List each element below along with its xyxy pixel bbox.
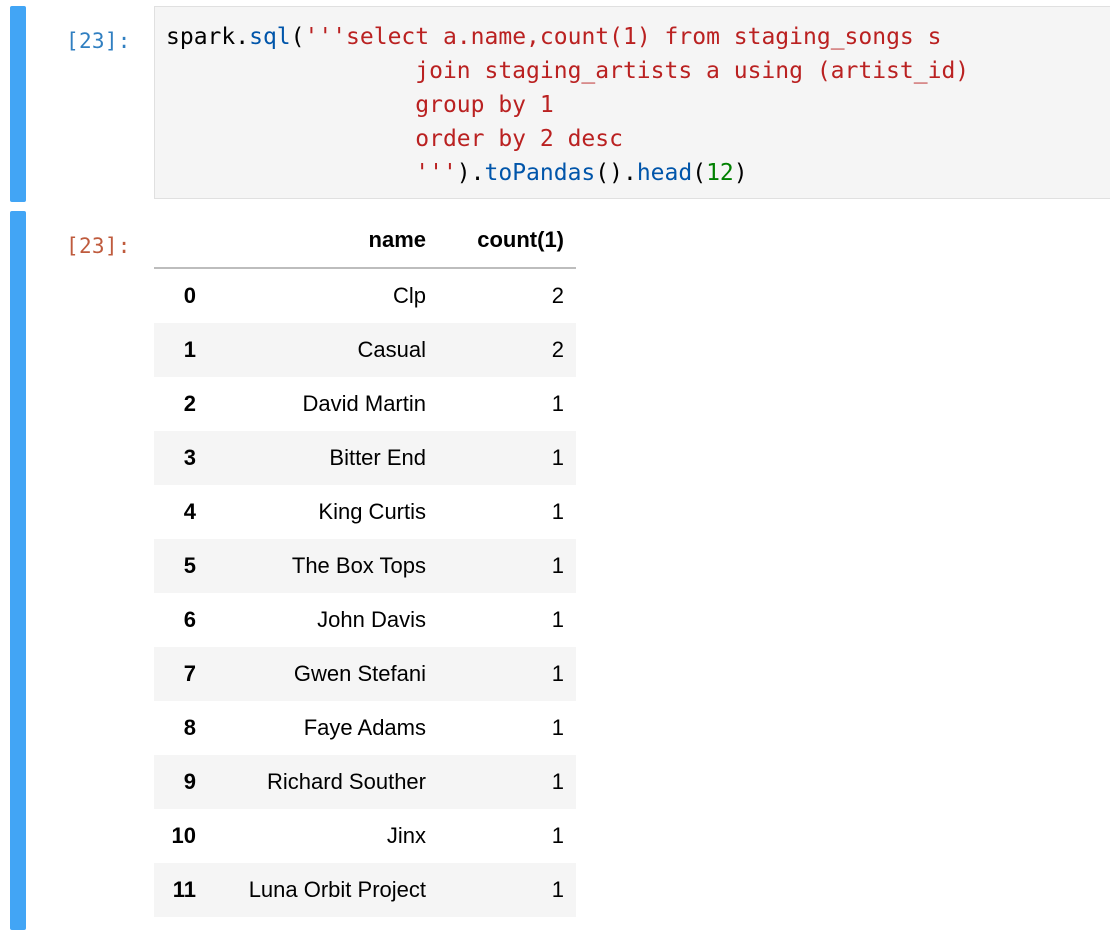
code-token: spark. bbox=[166, 24, 250, 50]
row-index: 11 bbox=[172, 877, 196, 902]
table-row: 5 The Box Tops 1 bbox=[154, 539, 576, 593]
code-token: (). bbox=[595, 160, 637, 186]
code-token: group by 1 bbox=[166, 92, 554, 118]
table-row: 9 Richard Souther 1 bbox=[154, 755, 576, 809]
cell-count: 1 bbox=[551, 607, 564, 632]
cell-name: Casual bbox=[357, 337, 426, 362]
code-token: ( bbox=[692, 160, 707, 186]
cell-name: Jinx bbox=[386, 823, 426, 848]
code-cell[interactable]: [23]: spark.sql('''select a.name,count(1… bbox=[10, 6, 1110, 202]
table-header-row: name count(1) bbox=[154, 213, 576, 269]
table-row: 10 Jinx 1 bbox=[154, 809, 576, 863]
table-row: 0 Clp 2 bbox=[154, 268, 576, 323]
cell-count: 1 bbox=[551, 445, 564, 470]
code-token: head bbox=[636, 160, 693, 186]
row-index: 3 bbox=[183, 445, 196, 470]
cell-selection-bar[interactable] bbox=[10, 6, 26, 202]
table-row: 1 Casual 2 bbox=[154, 323, 576, 377]
table-row: 3 Bitter End 1 bbox=[154, 431, 576, 485]
table-body: 0 Clp 2 1 Casual 2 2 David Martin 1 3 Bitter End 1 4… bbox=[154, 268, 576, 917]
row-index: 9 bbox=[183, 769, 196, 794]
cell-count: 1 bbox=[551, 661, 564, 686]
cell-name: Gwen Stefani bbox=[293, 661, 426, 686]
code-token: ) bbox=[733, 160, 748, 186]
code-token: order by 2 desc bbox=[166, 126, 623, 152]
cell-count: 1 bbox=[551, 823, 564, 848]
code-token: 12 bbox=[706, 160, 734, 186]
input-prompt: [23]: bbox=[66, 29, 131, 53]
table-row: 7 Gwen Stefani 1 bbox=[154, 647, 576, 701]
table-row: 6 John Davis 1 bbox=[154, 593, 576, 647]
row-index: 7 bbox=[183, 661, 196, 686]
row-index: 8 bbox=[183, 715, 196, 740]
cell-count: 1 bbox=[551, 391, 564, 416]
column-header-count: count(1) bbox=[426, 213, 576, 269]
column-header-name: name bbox=[196, 213, 426, 269]
cell-name: Richard Souther bbox=[267, 769, 426, 794]
row-index: 0 bbox=[183, 283, 196, 308]
output-prompt: [23]: bbox=[66, 234, 131, 258]
code-editor[interactable]: spark.sql('''select a.name,count(1) from… bbox=[154, 6, 1110, 199]
cell-name: Clp bbox=[392, 283, 426, 308]
row-index: 10 bbox=[171, 823, 196, 848]
code-token: ). bbox=[456, 160, 485, 186]
cell-name: Faye Adams bbox=[303, 715, 426, 740]
code-token: join staging_artists a using (artist_id) bbox=[166, 58, 970, 84]
code-token: ''' bbox=[166, 160, 457, 186]
dataframe-table: name count(1) 0 Clp 2 1 Casual 2 2 David Martin… bbox=[154, 213, 576, 917]
code-token: sql bbox=[249, 24, 291, 50]
cell-count: 2 bbox=[551, 283, 564, 308]
output-cell: [23]: name count(1) 0 Clp 2 1 Casual 2 2 David … bbox=[10, 211, 1110, 930]
index-header bbox=[154, 213, 196, 269]
cell-count: 1 bbox=[551, 769, 564, 794]
cell-count: 1 bbox=[551, 499, 564, 524]
code-token: toPandas bbox=[484, 160, 596, 186]
table-row: 2 David Martin 1 bbox=[154, 377, 576, 431]
cell-name: Luna Orbit Project bbox=[248, 877, 426, 902]
row-index: 6 bbox=[183, 607, 196, 632]
row-index: 4 bbox=[183, 499, 196, 524]
cell-count: 1 bbox=[551, 715, 564, 740]
cell-count: 1 bbox=[551, 553, 564, 578]
cell-name: David Martin bbox=[302, 391, 426, 416]
cell-name: Bitter End bbox=[329, 445, 426, 470]
table-row: 11 Luna Orbit Project 1 bbox=[154, 863, 576, 917]
row-index: 5 bbox=[183, 553, 196, 578]
output-collapse-bar[interactable] bbox=[10, 211, 26, 930]
code-token: ( bbox=[290, 24, 305, 50]
row-index: 2 bbox=[183, 391, 196, 416]
row-index: 1 bbox=[183, 337, 196, 362]
cell-name: John Davis bbox=[317, 607, 426, 632]
table-row: 8 Faye Adams 1 bbox=[154, 701, 576, 755]
code-token: '''select a.name,count(1) from staging_s… bbox=[304, 24, 942, 50]
code-text[interactable]: spark.sql('''select a.name,count(1) from… bbox=[166, 20, 969, 190]
table-row: 4 King Curtis 1 bbox=[154, 485, 576, 539]
cell-count: 2 bbox=[551, 337, 564, 362]
cell-count: 1 bbox=[551, 877, 564, 902]
cell-name: The Box Tops bbox=[291, 553, 426, 578]
cell-name: King Curtis bbox=[318, 499, 426, 524]
